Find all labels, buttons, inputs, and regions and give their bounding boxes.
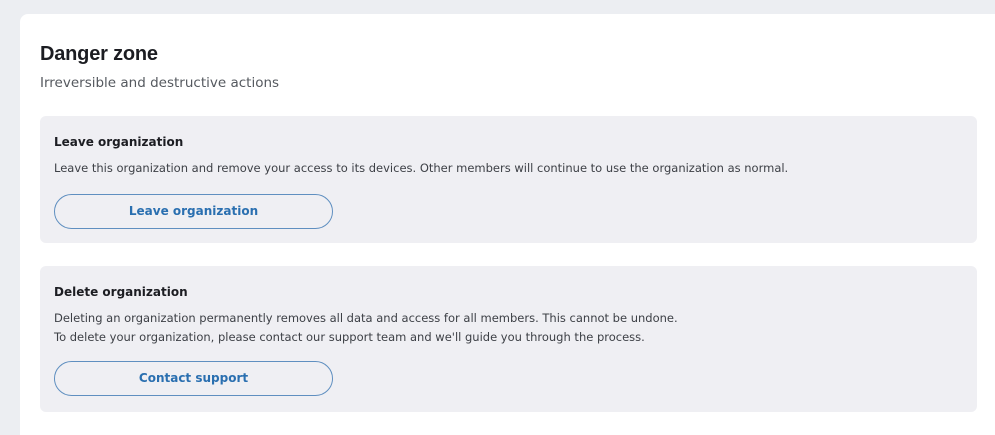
leave-organization-description: Leave this organization and remove your … <box>54 161 789 175</box>
danger-zone-panel: Danger zone Irreversible and destructive… <box>20 14 995 435</box>
delete-organization-title: Delete organization <box>54 285 188 299</box>
delete-organization-card: Delete organization Deleting an organiza… <box>40 266 977 412</box>
delete-organization-description-line1: Deleting an organization permanently rem… <box>54 311 678 325</box>
section-subtitle: Irreversible and destructive actions <box>40 75 280 91</box>
contact-support-button[interactable]: Contact support <box>54 361 333 396</box>
leave-organization-card: Leave organization Leave this organizati… <box>40 116 977 243</box>
leave-organization-title: Leave organization <box>54 135 184 149</box>
leave-organization-button[interactable]: Leave organization <box>54 194 333 229</box>
delete-organization-description-line2: To delete your organization, please cont… <box>54 330 645 344</box>
section-title: Danger zone <box>40 43 158 65</box>
